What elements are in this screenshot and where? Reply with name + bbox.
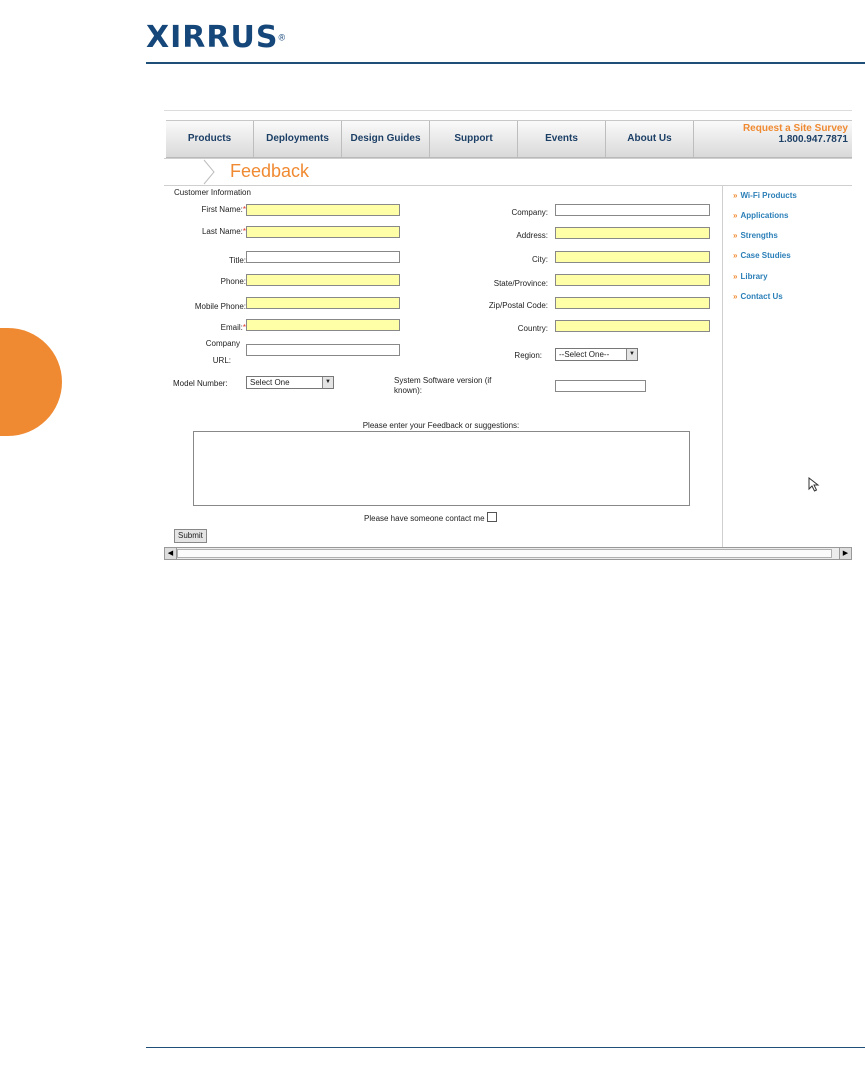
site-survey-link[interactable]: Request a Site Survey 1.800.947.7871 bbox=[743, 123, 848, 145]
phone-label: Phone: bbox=[220, 277, 246, 286]
email-field[interactable] bbox=[246, 319, 400, 331]
phone-field[interactable] bbox=[246, 274, 400, 286]
company-url-label-1: Company bbox=[205, 339, 240, 348]
zip-field[interactable] bbox=[555, 297, 710, 309]
browser-screenshot: Products Deployments Design Guides Suppo… bbox=[164, 110, 852, 560]
sidebar: » Wi-Fi Products » Applications » Strengths… bbox=[722, 185, 853, 547]
logo-text: XIRRUS bbox=[146, 20, 279, 55]
address-field[interactable] bbox=[555, 227, 710, 239]
nav-products[interactable]: Products bbox=[166, 121, 254, 157]
model-number-label: Model Number: bbox=[173, 379, 228, 388]
xirrus-logo: XIRRUS® bbox=[146, 20, 285, 56]
software-version-field[interactable] bbox=[555, 380, 646, 392]
logo-registered-mark: ® bbox=[278, 32, 286, 43]
site-survey-label: Request a Site Survey bbox=[742, 123, 848, 134]
feedback-textarea[interactable] bbox=[193, 431, 690, 506]
chapter-tab bbox=[0, 328, 62, 436]
nav-about-us[interactable]: About Us bbox=[606, 121, 694, 157]
contact-me-label: Please have someone contact me bbox=[364, 514, 485, 523]
double-chevron-icon: » bbox=[733, 231, 738, 240]
scroll-right-icon[interactable]: ▶ bbox=[839, 548, 851, 559]
feedback-form: Customer Information First Name:* Last N… bbox=[164, 185, 820, 547]
double-chevron-icon: » bbox=[733, 211, 738, 220]
country-label: Country: bbox=[517, 324, 548, 333]
page-title-bar: Feedback bbox=[164, 158, 852, 186]
double-chevron-icon: » bbox=[733, 292, 738, 301]
contact-me-checkbox[interactable] bbox=[486, 512, 497, 522]
title-field[interactable] bbox=[246, 251, 400, 263]
scroll-thumb[interactable] bbox=[177, 549, 832, 558]
double-chevron-icon: » bbox=[733, 251, 738, 260]
dropdown-arrow-icon: ▼ bbox=[322, 377, 333, 388]
software-version-label-2: known): bbox=[394, 386, 423, 395]
header-rule bbox=[146, 62, 865, 64]
sidebar-item-applications[interactable]: » Applications bbox=[733, 211, 788, 220]
nav-support[interactable]: Support bbox=[430, 121, 518, 157]
mobile-phone-label: Mobile Phone: bbox=[194, 302, 246, 311]
nav-events[interactable]: Events bbox=[518, 121, 606, 157]
software-version-label-1: System Software version (if bbox=[394, 376, 492, 385]
sidebar-item-wifi-products[interactable]: » Wi-Fi Products bbox=[733, 191, 797, 200]
nav-design-guides[interactable]: Design Guides bbox=[342, 121, 430, 157]
city-field[interactable] bbox=[555, 251, 710, 263]
scroll-left-icon[interactable]: ◀ bbox=[165, 548, 177, 559]
submit-button[interactable]: Submit bbox=[174, 529, 207, 543]
sidebar-item-contact-us[interactable]: » Contact Us bbox=[733, 292, 783, 301]
top-line bbox=[164, 110, 852, 111]
top-nav: Products Deployments Design Guides Suppo… bbox=[166, 120, 852, 158]
state-label: State/Province: bbox=[493, 279, 548, 288]
mobile-phone-field[interactable] bbox=[246, 297, 400, 309]
company-field[interactable] bbox=[555, 204, 710, 216]
country-field[interactable] bbox=[555, 320, 710, 332]
state-field[interactable] bbox=[555, 274, 710, 286]
zip-label: Zip/Postal Code: bbox=[488, 301, 548, 310]
company-label: Company: bbox=[511, 208, 548, 217]
last-name-field[interactable] bbox=[246, 226, 400, 238]
region-select[interactable]: --Select One-- ▼ bbox=[555, 348, 638, 361]
contact-me-row: Please have someone contact me bbox=[364, 512, 497, 523]
double-chevron-icon: » bbox=[733, 191, 738, 200]
footer-rule bbox=[146, 1047, 865, 1048]
dropdown-arrow-icon: ▼ bbox=[626, 349, 637, 360]
double-chevron-icon: » bbox=[733, 272, 738, 281]
city-label: City: bbox=[532, 255, 548, 264]
address-label: Address: bbox=[516, 231, 548, 240]
sidebar-item-library[interactable]: » Library bbox=[733, 272, 768, 281]
first-name-label: First Name:* bbox=[201, 205, 246, 214]
chevron-right-icon bbox=[203, 159, 215, 185]
company-url-label-2: URL: bbox=[212, 356, 231, 365]
sidebar-item-case-studies[interactable]: » Case Studies bbox=[733, 251, 791, 260]
first-name-field[interactable] bbox=[246, 204, 400, 216]
last-name-label: Last Name:* bbox=[201, 227, 246, 236]
nav-deployments[interactable]: Deployments bbox=[254, 121, 342, 157]
model-number-select[interactable]: Select One ▼ bbox=[246, 376, 334, 389]
page-title: Feedback bbox=[230, 161, 310, 181]
feedback-label: Please enter your Feedback or suggestion… bbox=[362, 421, 520, 430]
sidebar-item-strengths[interactable]: » Strengths bbox=[733, 231, 778, 240]
horizontal-scrollbar[interactable]: ◀ ▶ bbox=[164, 547, 852, 560]
region-label: Region: bbox=[514, 351, 542, 360]
site-survey-phone: 1.800.947.7871 bbox=[778, 134, 848, 145]
email-label: Email:* bbox=[220, 323, 246, 332]
title-label: Title: bbox=[228, 256, 246, 265]
company-url-field[interactable] bbox=[246, 344, 400, 356]
section-heading: Customer Information bbox=[174, 188, 251, 197]
